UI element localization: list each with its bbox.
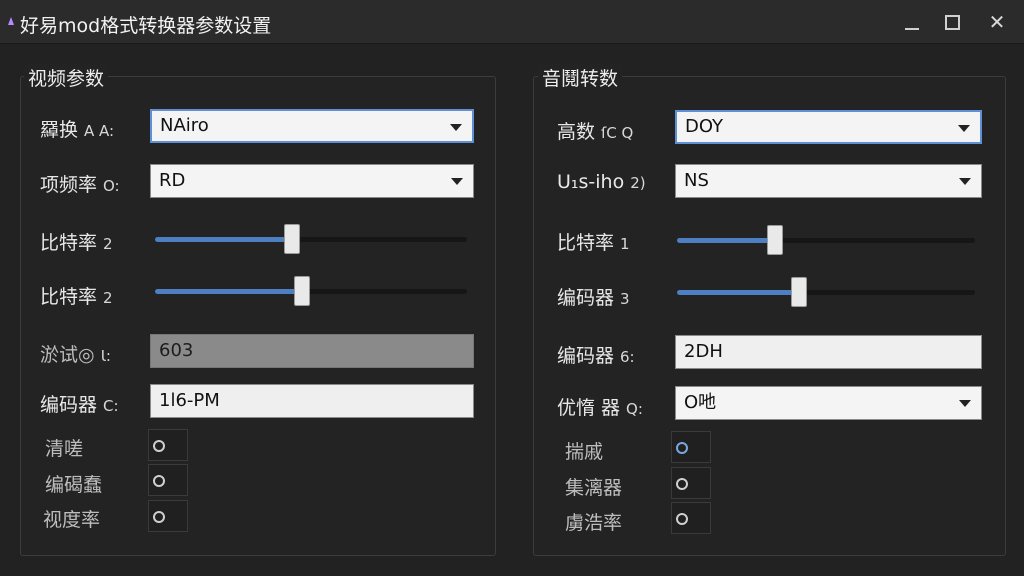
settings-window: 好易mod格式转换器参数设置 ✕ 视频参数 羄换 A A: NAiro 项频率 O:… <box>0 0 1024 576</box>
video-disabled-field: 603 <box>150 334 474 368</box>
chevron-down-icon <box>451 178 463 185</box>
window-title: 好易mod格式转换器参数设置 <box>20 15 272 37</box>
video-encoder-input[interactable]: 1l6-PM <box>150 384 474 418</box>
audio-option-3-radio-box[interactable] <box>671 502 711 534</box>
radio-icon[interactable] <box>676 442 688 454</box>
audio-option-1-radio-box[interactable] <box>671 431 711 463</box>
audio-option-1-label: 揣戚 <box>565 441 604 463</box>
slider-thumb[interactable] <box>284 224 300 254</box>
radio-icon[interactable] <box>676 513 688 525</box>
video-option-2-label: 编碣蠢 <box>45 474 103 496</box>
audio-select-label: 优惰 器 Q: <box>557 397 643 419</box>
video-framerate-select[interactable]: RD <box>150 164 474 198</box>
slider-fill <box>677 238 775 243</box>
slider-fill <box>155 237 292 242</box>
video-text-2-label: 编码器 C: <box>40 394 119 416</box>
minimize-icon <box>905 28 919 30</box>
slider-thumb[interactable] <box>294 276 310 306</box>
audio-slider-2-label: 编码器 3 <box>557 287 630 309</box>
video-option-1-radio-box[interactable] <box>148 429 188 461</box>
slider-thumb[interactable] <box>791 277 807 307</box>
slider-fill <box>677 290 799 295</box>
audio-encoder-value: 2DH <box>684 341 723 362</box>
audio-channel-select[interactable]: NS <box>675 164 982 198</box>
audio-option-2-radio-box[interactable] <box>671 467 711 499</box>
audio-encoder-input[interactable]: 2DH <box>675 335 982 369</box>
video-field-1-label: 羄换 A A: <box>40 119 115 141</box>
audio-codec-select[interactable]: DOY <box>675 110 982 144</box>
audio-codec-value: DOY <box>685 116 724 137</box>
chevron-down-icon <box>450 124 462 131</box>
video-option-2-radio-box[interactable] <box>148 464 188 496</box>
video-encoder-value: 1l6-PM <box>159 390 220 411</box>
chevron-down-icon <box>959 400 971 407</box>
video-option-3-radio-box[interactable] <box>148 500 188 532</box>
video-codec-select[interactable]: NAiro <box>150 109 474 143</box>
video-bitrate-slider-1[interactable] <box>155 224 467 254</box>
audio-field-2-label: U₁s-iho 2) <box>557 171 646 193</box>
video-slider-2-label: 比特率 2 <box>40 286 113 308</box>
video-option-1-label: 清嗟 <box>45 438 84 460</box>
audio-field-1-label: 高数 ſC Q <box>557 121 634 143</box>
radio-icon[interactable] <box>153 440 165 452</box>
audio-slider-1-label: 比特率 1 <box>557 232 630 254</box>
video-option-3-label: 视度率 <box>43 509 101 531</box>
close-button[interactable]: ✕ <box>983 8 1011 36</box>
video-field-2-label: 项频率 O: <box>40 174 120 196</box>
radio-icon[interactable] <box>153 511 165 523</box>
title-bar[interactable]: 好易mod格式转换器参数设置 ✕ <box>0 0 1024 44</box>
audio-encoder-slider[interactable] <box>677 277 975 307</box>
audio-text-label: 编码器 6: <box>557 345 635 367</box>
audio-profile-select[interactable]: O吔 <box>675 386 982 420</box>
audio-profile-value: O吔 <box>684 392 717 413</box>
video-slider-1-label: 比特率 2 <box>40 232 113 254</box>
video-framerate-value: RD <box>159 170 186 191</box>
radio-icon[interactable] <box>676 478 688 490</box>
chevron-down-icon <box>959 178 971 185</box>
audio-group-title: 音鬩转数 <box>538 64 623 91</box>
video-bitrate-slider-2[interactable] <box>155 276 467 306</box>
video-group-title: 视频参数 <box>24 64 109 91</box>
close-icon: ✕ <box>988 10 1006 34</box>
video-disabled-value: 603 <box>159 340 194 361</box>
chevron-down-icon <box>958 125 970 132</box>
maximize-icon <box>944 14 960 30</box>
radio-icon[interactable] <box>153 475 165 487</box>
slider-thumb[interactable] <box>767 225 783 255</box>
slider-fill <box>155 289 302 294</box>
audio-bitrate-slider[interactable] <box>677 225 975 255</box>
audio-option-2-label: 集漓器 <box>565 477 623 499</box>
video-text-1-label: 淤试◎ Ɩ: <box>40 344 111 366</box>
maximize-button[interactable] <box>938 8 966 36</box>
app-icon <box>8 17 14 25</box>
minimize-button[interactable] <box>898 8 926 36</box>
audio-channel-value: NS <box>684 170 709 191</box>
video-codec-value: NAiro <box>160 115 209 136</box>
audio-option-3-label: 虜浩率 <box>565 512 623 534</box>
